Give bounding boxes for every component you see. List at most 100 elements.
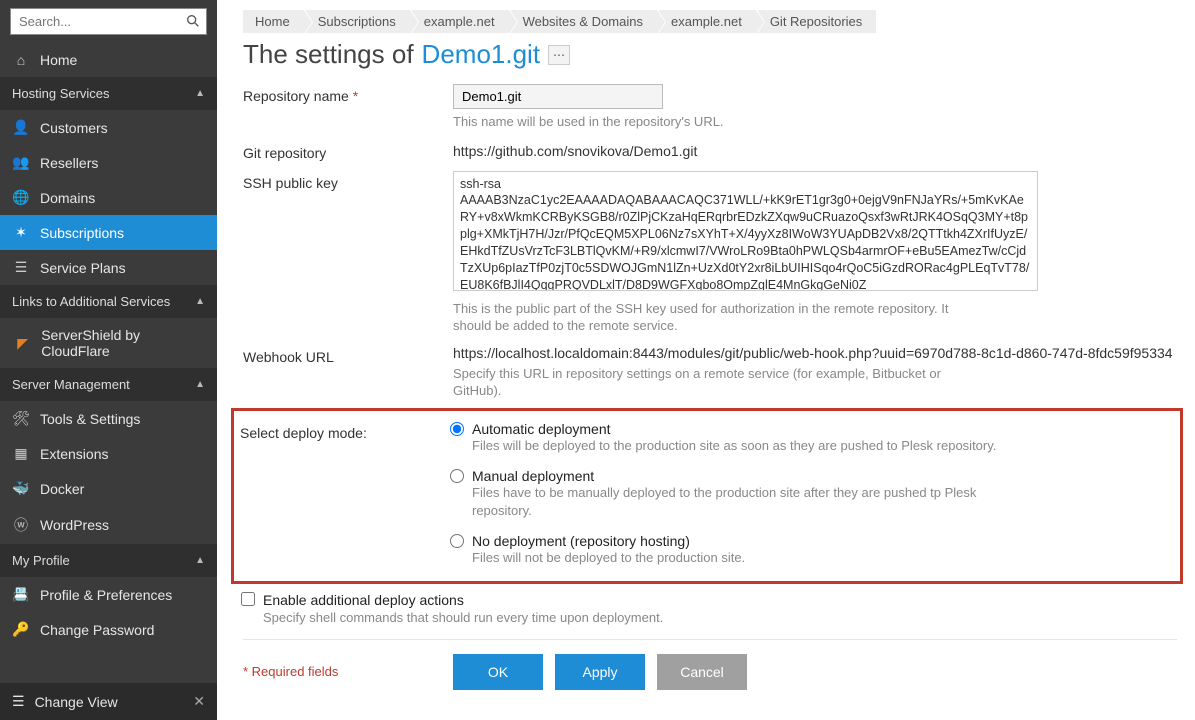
hint-automatic: Files will be deployed to the production…: [472, 437, 1002, 455]
key-icon: 🔑: [12, 621, 30, 638]
label-git-repository: Git repository: [243, 141, 453, 161]
close-icon[interactable]: ✕: [193, 693, 205, 710]
sidebar-item-label: Domains: [40, 190, 95, 206]
change-view-icon: ☰: [12, 693, 25, 710]
hint-none: Files will not be deployed to the produc…: [472, 549, 1002, 567]
sidebar-item-customers[interactable]: 👤 Customers: [0, 110, 217, 145]
sidebar-item-profile-preferences[interactable]: 📇 Profile & Preferences: [0, 577, 217, 612]
sidebar-item-domains[interactable]: 🌐 Domains: [0, 180, 217, 215]
main-content: Home Subscriptions example.net Websites …: [217, 0, 1195, 720]
chevron-up-icon: ▲: [195, 555, 205, 566]
sidebar-item-label: Extensions: [40, 446, 108, 462]
service-plans-icon: ☰: [12, 259, 30, 276]
breadcrumb-item[interactable]: example.net: [659, 10, 756, 33]
resellers-icon: 👥: [12, 154, 30, 171]
sidebar: ⌂ Home Hosting Services ▲ 👤 Customers 👥 …: [0, 0, 217, 720]
cancel-button[interactable]: Cancel: [657, 654, 747, 690]
wordpress-icon: ⓦ: [12, 515, 30, 535]
sidebar-item-servershield[interactable]: ◤ ServerShield by CloudFlare: [0, 318, 217, 368]
label-deploy-mode: Select deploy mode:: [240, 421, 450, 571]
page-title: The settings of Demo1.git ⋯: [243, 39, 1177, 70]
git-repository-value: https://github.com/snovikova/Demo1.git: [453, 141, 1177, 161]
change-view-bar[interactable]: ☰ Change View ✕: [0, 683, 217, 720]
chevron-up-icon: ▲: [195, 88, 205, 99]
docker-icon: 🐳: [12, 480, 30, 497]
radio-automatic[interactable]: [450, 422, 464, 436]
deploy-option-automatic[interactable]: Automatic deployment: [450, 421, 1174, 437]
radio-manual[interactable]: [450, 469, 464, 483]
sidebar-item-label: Change Password: [40, 622, 154, 638]
sidebar-item-extensions[interactable]: ▦ Extensions: [0, 436, 217, 471]
breadcrumb-item[interactable]: Websites & Domains: [511, 10, 657, 33]
deploy-mode-highlight: Select deploy mode: Automatic deployment…: [231, 408, 1183, 584]
sidebar-item-label: Home: [40, 52, 77, 68]
deploy-option-manual[interactable]: Manual deployment: [450, 468, 1174, 484]
tools-icon: 🛠: [12, 410, 30, 427]
sidebar-section-server[interactable]: Server Management ▲: [0, 368, 217, 401]
search-box: [10, 8, 207, 35]
hint-webhook: Specify this URL in repository settings …: [453, 365, 983, 400]
sidebar-item-label: Profile & Preferences: [40, 587, 172, 603]
radio-label: No deployment (repository hosting): [472, 533, 690, 549]
sidebar-item-label: Subscriptions: [40, 225, 124, 241]
search-input[interactable]: [10, 8, 207, 35]
page-title-link[interactable]: Demo1.git: [422, 39, 541, 70]
change-view-label: Change View: [35, 694, 118, 710]
more-actions-button[interactable]: ⋯: [548, 45, 570, 65]
ok-button[interactable]: OK: [453, 654, 543, 690]
hint-ssh-key: This is the public part of the SSH key u…: [453, 300, 983, 335]
breadcrumb-item[interactable]: Git Repositories: [758, 10, 876, 33]
apply-button[interactable]: Apply: [555, 654, 645, 690]
additional-deploy-checkbox[interactable]: [241, 592, 255, 606]
label-repo-name: Repository name *: [243, 84, 453, 131]
hint-repo-name: This name will be used in the repository…: [453, 113, 983, 131]
repo-name-input[interactable]: [453, 84, 663, 109]
sidebar-section-profile[interactable]: My Profile ▲: [0, 544, 217, 577]
sidebar-item-home[interactable]: ⌂ Home: [0, 43, 217, 77]
radio-none[interactable]: [450, 534, 464, 548]
sidebar-item-label: Resellers: [40, 155, 98, 171]
cloudflare-icon: ◤: [14, 335, 31, 352]
sidebar-section-label: My Profile: [12, 553, 70, 568]
page-title-prefix: The settings of: [243, 39, 414, 70]
breadcrumb-item[interactable]: example.net: [412, 10, 509, 33]
breadcrumb-item[interactable]: Home: [243, 10, 304, 33]
subscriptions-icon: ✶: [12, 224, 30, 241]
sidebar-section-links[interactable]: Links to Additional Services ▲: [0, 285, 217, 318]
domains-icon: 🌐: [12, 189, 30, 206]
sidebar-item-label: WordPress: [40, 517, 109, 533]
enable-additional-deploy[interactable]: Enable additional deploy actions Specify…: [241, 592, 1177, 625]
sidebar-section-label: Links to Additional Services: [12, 294, 170, 309]
sidebar-section-label: Hosting Services: [12, 86, 110, 101]
sidebar-item-label: Tools & Settings: [40, 411, 140, 427]
radio-label: Manual deployment: [472, 468, 594, 484]
profile-icon: 📇: [12, 586, 30, 603]
sidebar-section-hosting[interactable]: Hosting Services ▲: [0, 77, 217, 110]
sidebar-item-service-plans[interactable]: ☰ Service Plans: [0, 250, 217, 285]
sidebar-item-tools-settings[interactable]: 🛠 Tools & Settings: [0, 401, 217, 436]
sidebar-item-change-password[interactable]: 🔑 Change Password: [0, 612, 217, 647]
deploy-option-none[interactable]: No deployment (repository hosting): [450, 533, 1174, 549]
radio-label: Automatic deployment: [472, 421, 611, 437]
sidebar-item-label: Service Plans: [40, 260, 126, 276]
sidebar-item-subscriptions[interactable]: ✶ Subscriptions: [0, 215, 217, 250]
sidebar-item-resellers[interactable]: 👥 Resellers: [0, 145, 217, 180]
webhook-url-value: https://localhost.localdomain:8443/modul…: [453, 345, 1177, 361]
sidebar-item-label: Customers: [40, 120, 108, 136]
chevron-up-icon: ▲: [195, 296, 205, 307]
sidebar-section-label: Server Management: [12, 377, 130, 392]
search-icon[interactable]: [185, 13, 201, 33]
sidebar-item-label: ServerShield by CloudFlare: [41, 327, 205, 359]
home-icon: ⌂: [12, 52, 30, 68]
sidebar-item-docker[interactable]: 🐳 Docker: [0, 471, 217, 506]
sidebar-item-label: Docker: [40, 481, 84, 497]
breadcrumb-item[interactable]: Subscriptions: [306, 10, 410, 33]
divider: [243, 639, 1177, 640]
sidebar-item-wordpress[interactable]: ⓦ WordPress: [0, 506, 217, 544]
ssh-key-textarea[interactable]: [453, 171, 1038, 291]
customers-icon: 👤: [12, 119, 30, 136]
extensions-icon: ▦: [12, 445, 30, 462]
hint-manual: Files have to be manually deployed to th…: [472, 484, 1002, 519]
chevron-up-icon: ▲: [195, 379, 205, 390]
label-ssh-key: SSH public key: [243, 171, 453, 335]
